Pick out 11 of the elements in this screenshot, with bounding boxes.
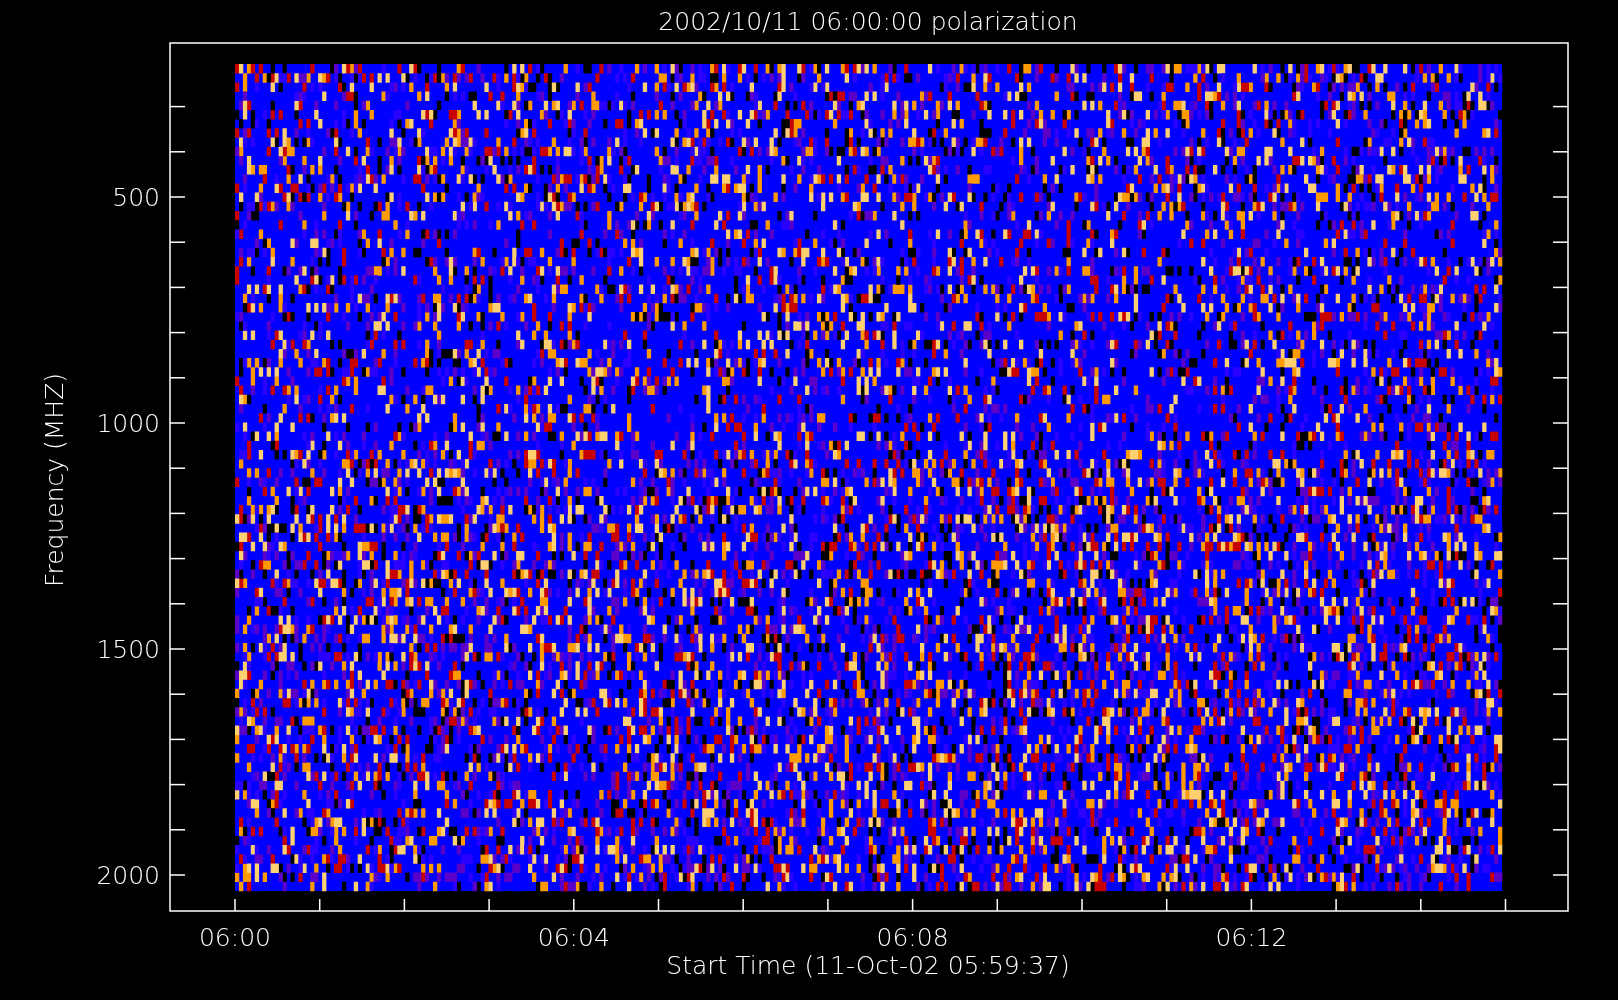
y-tick-label: 1000 [96, 409, 160, 438]
y-tick-label: 500 [112, 183, 160, 212]
plot-title: 2002/10/11 06:00:00 polarization [658, 7, 1078, 36]
x-tick-label: 06:12 [1215, 923, 1288, 952]
x-tick-label: 06:04 [537, 923, 610, 952]
y-tick-label: 2000 [96, 861, 160, 890]
x-axis-label: Start Time (11-Oct-02 05:59:37) [666, 951, 1070, 980]
y-axis-label: Frequency (MHZ) [40, 372, 69, 588]
x-tick-label: 06:08 [876, 923, 949, 952]
x-tick-label: 06:00 [199, 923, 271, 952]
y-tick-label: 1500 [96, 635, 160, 664]
